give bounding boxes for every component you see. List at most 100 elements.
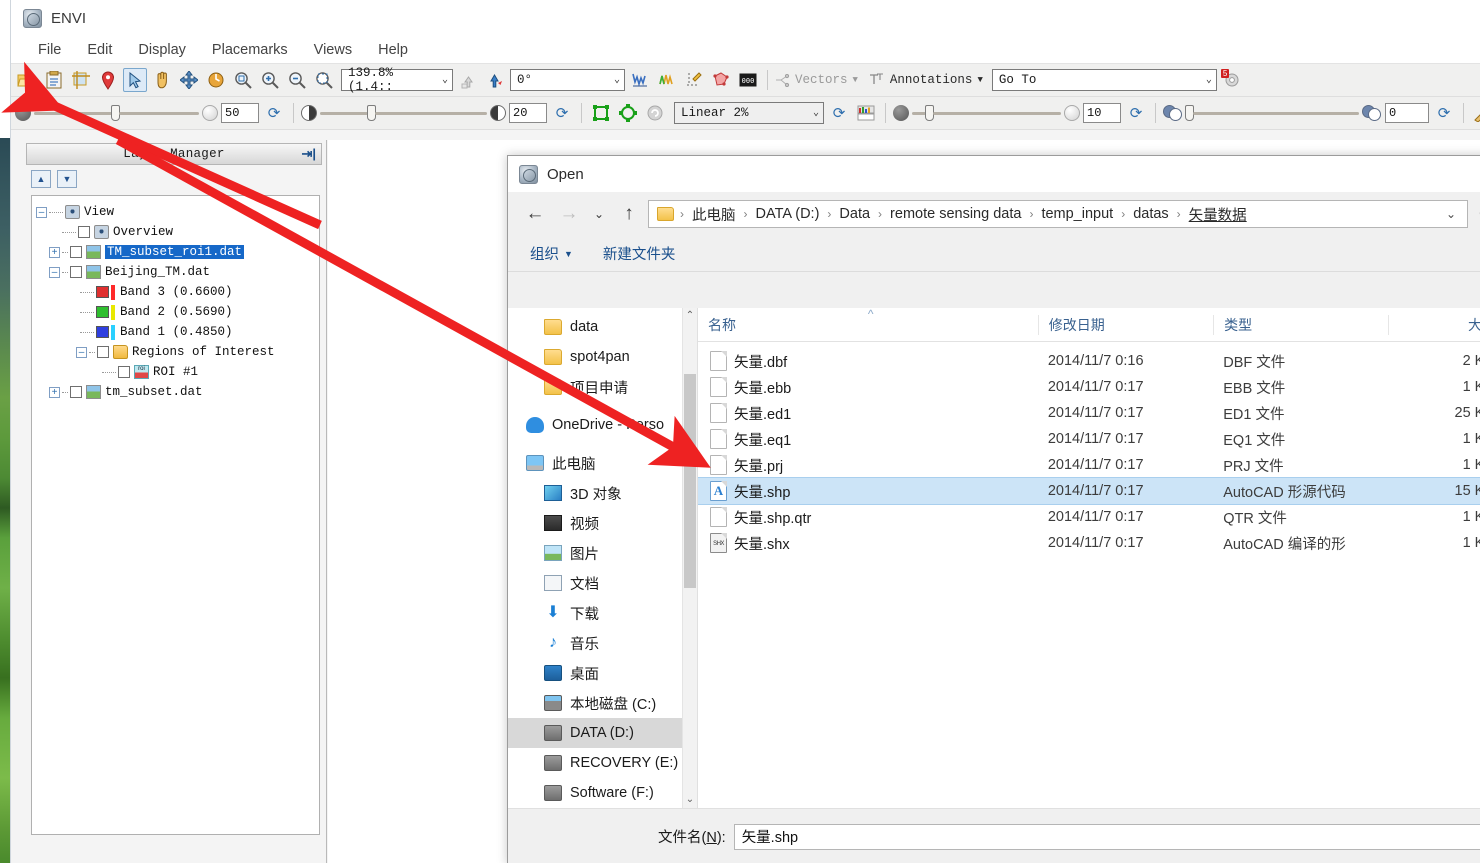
vectors-menu[interactable]: Vectors ▼ xyxy=(775,73,858,87)
move-layer-up-button[interactable]: ▲ xyxy=(31,170,51,188)
annotations-menu[interactable]: Annotations ▼ xyxy=(869,73,983,87)
file-row-prj[interactable]: 矢量.prj 2014/11/7 0:17 PRJ 文件 1 KB xyxy=(698,452,1480,478)
breadcrumb-item-4[interactable]: temp_input xyxy=(1037,204,1117,224)
arrow-right-icon[interactable]: → xyxy=(554,200,584,228)
expander-icon[interactable]: + xyxy=(49,247,60,258)
breadcrumb-item-5[interactable]: datas xyxy=(1129,204,1172,224)
chevron-down-icon[interactable]: ⌄ xyxy=(588,200,610,228)
rotate-north-icon[interactable] xyxy=(483,68,507,92)
sharpen-slider[interactable] xyxy=(912,105,1061,121)
zoom-level-combo[interactable]: 139.8% (1.4:: ⌄ xyxy=(341,69,453,91)
nav-item-recovery-e[interactable]: RECOVERY (E:) xyxy=(508,748,697,778)
placemark-pin-icon[interactable] xyxy=(96,68,120,92)
roi-tool-icon[interactable] xyxy=(709,68,733,92)
nav-item-data[interactable]: data xyxy=(508,312,697,342)
menu-item-help[interactable]: Help xyxy=(365,40,421,60)
tree-node-regions-of-interest[interactable]: – Regions of Interest xyxy=(36,342,315,362)
layer-checkbox[interactable] xyxy=(70,266,82,278)
nav-item-project-application[interactable]: 项目申请 xyxy=(508,372,697,402)
layer-checkbox[interactable] xyxy=(97,346,109,358)
select-arrow-icon[interactable] xyxy=(123,68,147,92)
nav-item-pictures[interactable]: 图片 xyxy=(508,538,697,568)
arrow-left-icon[interactable]: ← xyxy=(520,200,550,228)
column-header-date[interactable]: 修改日期 xyxy=(1038,315,1213,335)
reset-contrast-icon[interactable]: ⟳ xyxy=(550,101,574,125)
nav-item-software-f[interactable]: Software (F:) xyxy=(508,778,697,808)
stretch-combo[interactable]: Linear 2% ⌄ xyxy=(674,102,824,124)
file-row-ed1[interactable]: 矢量.ed1 2014/11/7 0:17 ED1 文件 25 KB xyxy=(698,400,1480,426)
fly-navigate-icon[interactable] xyxy=(177,68,201,92)
reapply-stretch-icon[interactable]: ⟳ xyxy=(827,101,851,125)
nav-item-this-pc[interactable]: 此电脑 xyxy=(508,448,697,478)
zoom-to-selection-icon[interactable] xyxy=(312,68,336,92)
portal-blend-icon[interactable] xyxy=(616,101,640,125)
contrast-value[interactable]: 20 xyxy=(509,103,547,123)
refresh-icon[interactable]: ⟳ xyxy=(1472,200,1480,228)
menu-item-edit[interactable]: Edit xyxy=(74,40,125,60)
nav-item-local-disk-c[interactable]: 本地磁盘 (C:) xyxy=(508,688,697,718)
column-header-type[interactable]: 类型 xyxy=(1213,315,1387,335)
pixel-edit-icon[interactable] xyxy=(682,68,706,92)
nav-item-onedrive[interactable]: OneDrive - Perso xyxy=(508,410,697,440)
tree-node-band-3[interactable]: Band 3 (0.6600) xyxy=(36,282,315,302)
file-row-shx[interactable]: SHX矢量.shx 2014/11/7 0:17 AutoCAD 编译的形 1 … xyxy=(698,530,1480,556)
rotation-combo[interactable]: 0° ⌄ xyxy=(510,69,625,91)
breadcrumb-item-3[interactable]: remote sensing data xyxy=(886,204,1025,224)
move-layer-down-button[interactable]: ▼ xyxy=(57,170,77,188)
nav-item-spot4pan[interactable]: spot4pan xyxy=(508,342,697,372)
scrollbar-thumb[interactable] xyxy=(684,374,696,588)
spectral-library-icon[interactable] xyxy=(655,68,679,92)
reset-brightness-icon[interactable]: ⟳ xyxy=(262,101,286,125)
file-row-eq1[interactable]: 矢量.eq1 2014/11/7 0:17 EQ1 文件 1 KB xyxy=(698,426,1480,452)
sharpen-value[interactable]: 10 xyxy=(1083,103,1121,123)
expander-icon[interactable]: – xyxy=(76,347,87,358)
pin-dock-icon[interactable]: ⇥| xyxy=(301,146,316,162)
transparency-slider[interactable] xyxy=(1186,105,1359,121)
rotate-icon[interactable] xyxy=(204,68,228,92)
zoom-out-icon[interactable] xyxy=(285,68,309,92)
arrow-up-icon[interactable]: ↑ xyxy=(614,200,644,228)
crop-image-icon[interactable] xyxy=(69,68,93,92)
nav-item-documents[interactable]: 文档 xyxy=(508,568,697,598)
tree-node-overview[interactable]: Overview xyxy=(36,222,315,242)
refresh-stretch-icon[interactable] xyxy=(643,101,667,125)
organize-menu[interactable]: 组织 ▼ xyxy=(530,243,573,264)
expander-icon[interactable]: – xyxy=(36,207,47,218)
file-row-shp[interactable]: A矢量.shp 2014/11/7 0:17 AutoCAD 形源代码 15 K… xyxy=(698,478,1480,504)
brightness-slider[interactable] xyxy=(34,105,199,121)
menu-item-placemarks[interactable]: Placemarks xyxy=(199,40,301,60)
menu-item-file[interactable]: File xyxy=(25,40,74,60)
histogram-icon[interactable] xyxy=(854,101,878,125)
tree-node-view[interactable]: – View xyxy=(36,202,315,222)
breadcrumb-item-6[interactable]: 矢量数据 xyxy=(1185,202,1251,227)
layer-checkbox[interactable] xyxy=(78,226,90,238)
scroll-up-icon[interactable]: ⌃ xyxy=(683,308,697,324)
breadcrumb-item-1[interactable]: DATA (D:) xyxy=(752,204,824,224)
zoom-in-icon[interactable] xyxy=(258,68,282,92)
breadcrumb[interactable]: › 此电脑 › DATA (D:) › Data › remote sensin… xyxy=(648,200,1468,228)
scroll-down-icon[interactable]: ⌄ xyxy=(683,792,697,808)
nav-item-data-d[interactable]: DATA (D:) xyxy=(508,718,697,748)
preferences-gear-icon[interactable]: 5 xyxy=(1220,68,1244,92)
pan-hand-icon[interactable] xyxy=(150,68,174,92)
chevron-down-icon[interactable]: ⌄ xyxy=(1441,207,1461,221)
measure-tool-icon[interactable] xyxy=(1471,101,1480,125)
column-header-name[interactable]: 名称 xyxy=(698,315,1038,335)
cursor-value-icon[interactable]: 000 xyxy=(736,68,760,92)
reset-transparency-icon[interactable]: ⟳ xyxy=(1432,101,1456,125)
breadcrumb-item-0[interactable]: 此电脑 xyxy=(688,202,740,227)
tree-node-band-2[interactable]: Band 2 (0.5690) xyxy=(36,302,315,322)
portal-square-icon[interactable] xyxy=(589,101,613,125)
reset-sharpen-icon[interactable]: ⟳ xyxy=(1124,101,1148,125)
nav-item-music[interactable]: ♪ 音乐 xyxy=(508,628,697,658)
filename-input[interactable]: 矢量.shp xyxy=(734,824,1480,850)
paste-clipboard-icon[interactable] xyxy=(42,68,66,92)
layer-checkbox[interactable] xyxy=(70,246,82,258)
spectral-profile-icon[interactable] xyxy=(628,68,652,92)
menu-item-display[interactable]: Display xyxy=(125,40,199,60)
nav-item-3d-objects[interactable]: 3D 对象 xyxy=(508,478,697,508)
menu-item-views[interactable]: Views xyxy=(301,40,365,60)
nav-item-videos[interactable]: 视频 xyxy=(508,508,697,538)
north-up-icon[interactable] xyxy=(456,68,480,92)
layer-tree[interactable]: – View Overview + xyxy=(31,195,320,835)
